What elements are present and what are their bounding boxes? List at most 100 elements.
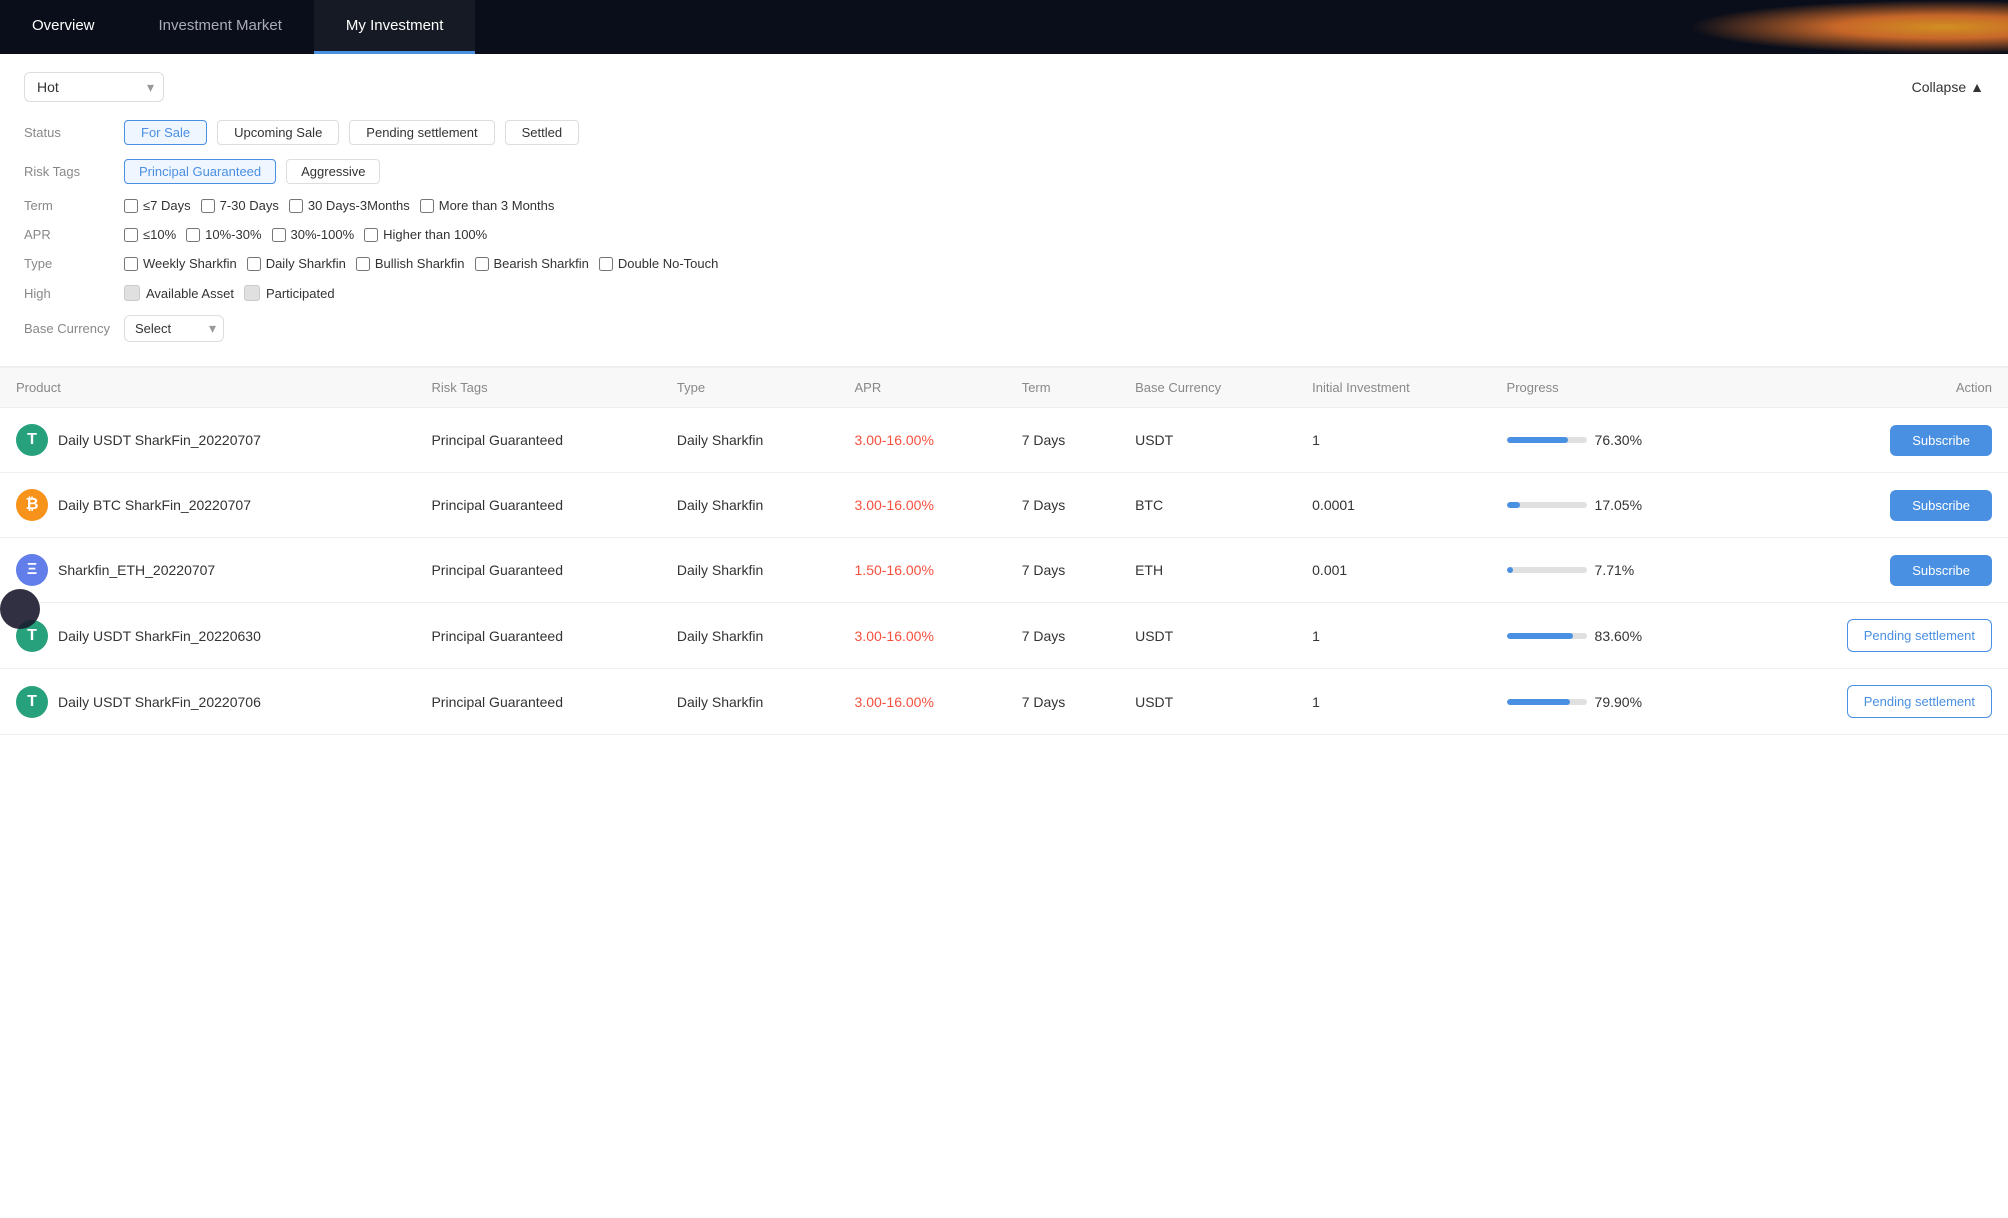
risk-tags-cell-3: Principal Guaranteed (415, 603, 660, 669)
apr-cell-0: 3.00-16.00% (839, 408, 1006, 473)
term-checkbox-30days-3months[interactable] (289, 199, 303, 213)
type-option-bullish-sharkfin[interactable]: Bullish Sharkfin (356, 256, 465, 271)
high-option-participated[interactable]: Participated (244, 285, 335, 301)
progress-container: 83.60% (1507, 628, 1726, 644)
product-cell-2: Ξ Sharkfin_ETH_20220707 (0, 538, 415, 603)
term-option-more-than-3months[interactable]: More than 3 Months (420, 198, 555, 213)
type-checkbox-bullish-sharkfin[interactable] (356, 257, 370, 271)
apr-option-higher-100[interactable]: Higher than 100% (364, 227, 487, 242)
products-table: Product Risk Tags Type APR Term Base Cur… (0, 367, 2008, 735)
action-cell-1: Subscribe (1742, 473, 2008, 538)
term-checkbox-7-30days[interactable] (201, 199, 215, 213)
main-content: Hot Latest APR High APR Low ▾ Collapse ▲… (0, 54, 2008, 1218)
base-currency-filter-row: Base Currency Select USDT BTC ETH ▾ (24, 315, 1984, 342)
risk-tags-cell-1: Principal Guaranteed (415, 473, 660, 538)
status-btn-upcoming-sale[interactable]: Upcoming Sale (217, 120, 339, 145)
progress-bar-fill (1507, 699, 1571, 705)
apr-label: APR (24, 227, 124, 242)
status-btn-settled[interactable]: Settled (505, 120, 579, 145)
risk-btn-principal-guaranteed[interactable]: Principal Guaranteed (124, 159, 276, 184)
term-option-30days-3months[interactable]: 30 Days-3Months (289, 198, 410, 213)
subscribe-button[interactable]: Subscribe (1890, 425, 1992, 456)
base-currency-label: Base Currency (24, 321, 124, 336)
apr-filter-row: APR ≤10% 10%-30% 30%-100% Higher than 10… (24, 227, 1984, 242)
tab-my-investment[interactable]: My Investment (314, 0, 476, 54)
type-cell-1: Daily Sharkfin (661, 473, 839, 538)
progress-cell-2: 7.71% (1491, 538, 1742, 603)
term-checkbox-7days[interactable] (124, 199, 138, 213)
table-row: T Daily USDT SharkFin_20220706 Principal… (0, 669, 2008, 735)
top-navigation: Overview Investment Market My Investment (0, 0, 2008, 54)
type-checkbox-daily-sharkfin[interactable] (247, 257, 261, 271)
tab-overview[interactable]: Overview (0, 0, 127, 54)
apr-option-30-100[interactable]: 30%-100% (272, 227, 355, 242)
base-currency-cell-1: BTC (1119, 473, 1296, 538)
type-options: Weekly Sharkfin Daily Sharkfin Bullish S… (124, 256, 718, 271)
action-cell-3: Pending settlement (1742, 603, 2008, 669)
apr-checkbox-le10[interactable] (124, 228, 138, 242)
progress-bar-fill (1507, 567, 1513, 573)
pending-settlement-button[interactable]: Pending settlement (1847, 619, 1992, 652)
term-cell-4: 7 Days (1006, 669, 1119, 735)
subscribe-button[interactable]: Subscribe (1890, 490, 1992, 521)
apr-checkbox-higher-100[interactable] (364, 228, 378, 242)
apr-checkbox-30-100[interactable] (272, 228, 286, 242)
sort-dropdown[interactable]: Hot Latest APR High APR Low (24, 72, 164, 102)
term-checkbox-more-than-3months[interactable] (420, 199, 434, 213)
base-currency-cell-4: USDT (1119, 669, 1296, 735)
status-btn-for-sale[interactable]: For Sale (124, 120, 207, 145)
type-option-bearish-sharkfin[interactable]: Bearish Sharkfin (475, 256, 589, 271)
base-currency-select[interactable]: Select USDT BTC ETH ▾ (124, 315, 224, 342)
subscribe-button[interactable]: Subscribe (1890, 555, 1992, 586)
apr-option-le10[interactable]: ≤10% (124, 227, 176, 242)
table-body: T Daily USDT SharkFin_20220707 Principal… (0, 408, 2008, 735)
type-cell-3: Daily Sharkfin (661, 603, 839, 669)
product-name: Daily BTC SharkFin_20220707 (58, 497, 251, 513)
apr-checkbox-10-30[interactable] (186, 228, 200, 242)
term-options: ≤7 Days 7-30 Days 30 Days-3Months More t… (124, 198, 554, 213)
progress-bar-background (1507, 502, 1587, 508)
progress-bar-background (1507, 633, 1587, 639)
type-option-double-no-touch[interactable]: Double No-Touch (599, 256, 718, 271)
high-checkbox-participated-box (244, 285, 260, 301)
col-header-type: Type (661, 368, 839, 408)
product-name: Daily USDT SharkFin_20220707 (58, 432, 261, 448)
risk-tags-options: Principal Guaranteed Aggressive (124, 159, 380, 184)
sort-select[interactable]: Hot Latest APR High APR Low ▾ (24, 72, 164, 102)
high-filter-row: High Available Asset Participated (24, 285, 1984, 301)
risk-tags-cell-4: Principal Guaranteed (415, 669, 660, 735)
high-option-available-asset[interactable]: Available Asset (124, 285, 234, 301)
type-checkbox-bearish-sharkfin[interactable] (475, 257, 489, 271)
product-info: Ξ Sharkfin_ETH_20220707 (16, 554, 399, 586)
col-header-term: Term (1006, 368, 1119, 408)
col-header-base-currency: Base Currency (1119, 368, 1296, 408)
apr-option-10-30[interactable]: 10%-30% (186, 227, 261, 242)
tab-investment-market[interactable]: Investment Market (127, 0, 314, 54)
table-header: Product Risk Tags Type APR Term Base Cur… (0, 368, 2008, 408)
type-checkbox-double-no-touch[interactable] (599, 257, 613, 271)
progress-cell-3: 83.60% (1491, 603, 1742, 669)
risk-btn-aggressive[interactable]: Aggressive (286, 159, 380, 184)
product-cell-1: ₿ Daily BTC SharkFin_20220707 (0, 473, 415, 538)
base-currency-dropdown[interactable]: Select USDT BTC ETH (124, 315, 224, 342)
products-table-container: Product Risk Tags Type APR Term Base Cur… (0, 367, 2008, 735)
risk-tags-label: Risk Tags (24, 164, 124, 179)
col-header-apr: APR (839, 368, 1006, 408)
progress-bar-fill (1507, 502, 1521, 508)
type-option-weekly-sharkfin[interactable]: Weekly Sharkfin (124, 256, 237, 271)
action-cell-2: Subscribe (1742, 538, 2008, 603)
table-row: T Daily USDT SharkFin_20220707 Principal… (0, 408, 2008, 473)
high-options: Available Asset Participated (124, 285, 335, 301)
table-row: Ξ Sharkfin_ETH_20220707 Principal Guaran… (0, 538, 2008, 603)
apr-cell-3: 3.00-16.00% (839, 603, 1006, 669)
term-option-7-30days[interactable]: 7-30 Days (201, 198, 279, 213)
type-option-daily-sharkfin[interactable]: Daily Sharkfin (247, 256, 346, 271)
type-checkbox-weekly-sharkfin[interactable] (124, 257, 138, 271)
status-btn-pending-settlement[interactable]: Pending settlement (349, 120, 494, 145)
pending-settlement-button[interactable]: Pending settlement (1847, 685, 1992, 718)
progress-label: 76.30% (1595, 432, 1642, 448)
collapse-button[interactable]: Collapse ▲ (1912, 79, 1984, 95)
product-info: T Daily USDT SharkFin_20220630 (16, 620, 399, 652)
status-options: For Sale Upcoming Sale Pending settlemen… (124, 120, 579, 145)
term-option-7days[interactable]: ≤7 Days (124, 198, 191, 213)
